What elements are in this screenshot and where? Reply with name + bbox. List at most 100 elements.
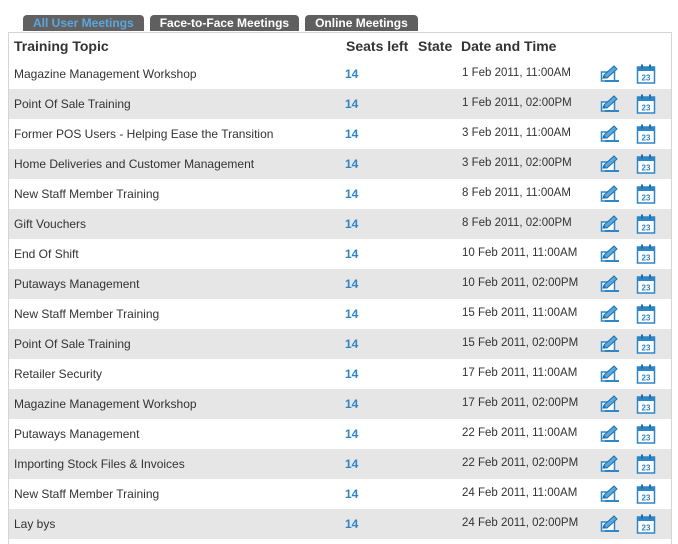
calendar-icon[interactable]: 23: [636, 214, 656, 234]
row-date-time: 17 Feb 2011, 02:00PM: [462, 397, 579, 409]
calendar-icon[interactable]: 23: [636, 244, 656, 264]
calendar-day: 23: [642, 434, 651, 443]
column-header-seats: Seats left: [346, 38, 409, 54]
row-date-time: 15 Feb 2011, 11:00AM: [462, 307, 578, 319]
calendar-icon[interactable]: 23: [636, 94, 656, 114]
edit-pencil-icon[interactable]: [600, 214, 620, 234]
row-date-time: 10 Feb 2011, 11:00AM: [462, 247, 578, 259]
table-body: Magazine Management Workshop 14 1 Feb 20…: [9, 59, 671, 539]
edit-pencil-icon[interactable]: [600, 454, 620, 474]
table-row: Magazine Management Workshop 14 17 Feb 2…: [9, 389, 671, 419]
edit-pencil-icon[interactable]: [600, 124, 620, 144]
meetings-table: Training Topic Seats left State Date and…: [8, 32, 672, 544]
calendar-day: 23: [642, 404, 651, 413]
calendar-day: 23: [642, 464, 651, 473]
calendar-icon[interactable]: 23: [636, 514, 656, 534]
calendar-icon[interactable]: 23: [636, 154, 656, 174]
edit-pencil-icon[interactable]: [600, 394, 620, 414]
edit-pencil-icon[interactable]: [600, 274, 620, 294]
row-seats-left: 14: [345, 367, 359, 381]
row-seats-left: 14: [345, 457, 359, 471]
row-seats-left: 14: [345, 217, 359, 231]
row-seats-left: 14: [345, 517, 359, 531]
edit-pencil-icon[interactable]: [600, 244, 620, 264]
edit-pencil-icon[interactable]: [600, 304, 620, 324]
table-row: New Staff Member Training 14 24 Feb 2011…: [9, 479, 671, 509]
edit-pencil-icon[interactable]: [600, 154, 620, 174]
row-date-time: 22 Feb 2011, 02:00PM: [462, 457, 579, 469]
calendar-icon[interactable]: 23: [636, 124, 656, 144]
calendar-day: 23: [642, 194, 651, 203]
calendar-day: 23: [642, 314, 651, 323]
row-seats-left: 14: [345, 247, 359, 261]
row-date-time: 1 Feb 2011, 11:00AM: [462, 67, 571, 79]
calendar-day: 23: [642, 284, 651, 293]
row-date-time: 24 Feb 2011, 02:00PM: [462, 517, 579, 529]
row-topic: New Staff Member Training: [14, 187, 160, 201]
calendar-day: 23: [642, 134, 651, 143]
row-seats-left: 14: [345, 127, 359, 141]
calendar-icon[interactable]: 23: [636, 334, 656, 354]
calendar-icon[interactable]: 23: [636, 394, 656, 414]
row-topic: Magazine Management Workshop: [14, 67, 197, 81]
calendar-icon[interactable]: 23: [636, 454, 656, 474]
calendar-icon[interactable]: 23: [636, 274, 656, 294]
edit-pencil-icon[interactable]: [600, 364, 620, 384]
edit-pencil-icon[interactable]: [600, 94, 620, 114]
tab-face-to-face-meetings[interactable]: Face-to-Face Meetings: [149, 15, 300, 31]
calendar-icon[interactable]: 23: [636, 424, 656, 444]
row-seats-left: 14: [345, 187, 359, 201]
table-row: Putaways Management 14 10 Feb 2011, 02:0…: [9, 269, 671, 299]
edit-pencil-icon[interactable]: [600, 514, 620, 534]
row-topic: Importing Stock Files & Invoices: [14, 457, 185, 471]
table-row: Lay bys 14 24 Feb 2011, 02:00PM 23: [9, 509, 671, 539]
calendar-icon[interactable]: 23: [636, 304, 656, 324]
table-row: Point Of Sale Training 14 15 Feb 2011, 0…: [9, 329, 671, 359]
table-header: Training Topic Seats left State Date and…: [9, 33, 671, 59]
table-row: Putaways Management 14 22 Feb 2011, 11:0…: [9, 419, 671, 449]
row-seats-left: 14: [345, 427, 359, 441]
edit-pencil-icon[interactable]: [600, 64, 620, 84]
row-topic: Gift Vouchers: [14, 217, 87, 231]
calendar-day: 23: [642, 374, 651, 383]
calendar-icon[interactable]: 23: [636, 64, 656, 84]
calendar-day: 23: [642, 344, 651, 353]
row-seats-left: 14: [345, 307, 359, 321]
tab-online-meetings[interactable]: Online Meetings: [305, 15, 418, 31]
row-seats-left: 14: [345, 97, 359, 111]
row-date-time: 10 Feb 2011, 02:00PM: [462, 277, 579, 289]
calendar-day: 23: [642, 104, 651, 113]
row-seats-left: 14: [345, 277, 359, 291]
calendar-day: 23: [642, 164, 651, 173]
row-topic: Home Deliveries and Customer Management: [14, 157, 255, 171]
column-header-date: Date and Time: [461, 38, 557, 54]
row-topic: Putaways Management: [14, 427, 140, 441]
table-row: New Staff Member Training 14 15 Feb 2011…: [9, 299, 671, 329]
table-row: Point Of Sale Training 14 1 Feb 2011, 02…: [9, 89, 671, 119]
row-date-time: 1 Feb 2011, 02:00PM: [462, 97, 572, 109]
calendar-icon[interactable]: 23: [636, 364, 656, 384]
calendar-day: 23: [642, 74, 651, 83]
row-date-time: 22 Feb 2011, 11:00AM: [462, 427, 578, 439]
table-row: Magazine Management Workshop 14 1 Feb 20…: [9, 59, 671, 89]
edit-pencil-icon[interactable]: [600, 424, 620, 444]
calendar-day: 23: [642, 494, 651, 503]
row-topic: Former POS Users - Helping Ease the Tran…: [14, 127, 274, 141]
row-seats-left: 14: [345, 337, 359, 351]
table-row: Home Deliveries and Customer Management …: [9, 149, 671, 179]
row-seats-left: 14: [345, 487, 359, 501]
edit-pencil-icon[interactable]: [600, 184, 620, 204]
row-date-time: 15 Feb 2011, 02:00PM: [462, 337, 579, 349]
table-row: Retailer Security 14 17 Feb 2011, 11:00A…: [9, 359, 671, 389]
row-date-time: 8 Feb 2011, 11:00AM: [462, 187, 571, 199]
calendar-icon[interactable]: 23: [636, 184, 656, 204]
row-topic: Point Of Sale Training: [14, 337, 131, 351]
edit-pencil-icon[interactable]: [600, 334, 620, 354]
calendar-icon[interactable]: 23: [636, 484, 656, 504]
edit-pencil-icon[interactable]: [600, 484, 620, 504]
calendar-day: 23: [642, 524, 651, 533]
row-topic: Lay bys: [14, 517, 56, 531]
row-date-time: 17 Feb 2011, 11:00AM: [462, 367, 578, 379]
table-row: Importing Stock Files & Invoices 14 22 F…: [9, 449, 671, 479]
tab-all-user-meetings[interactable]: All User Meetings: [23, 15, 144, 31]
